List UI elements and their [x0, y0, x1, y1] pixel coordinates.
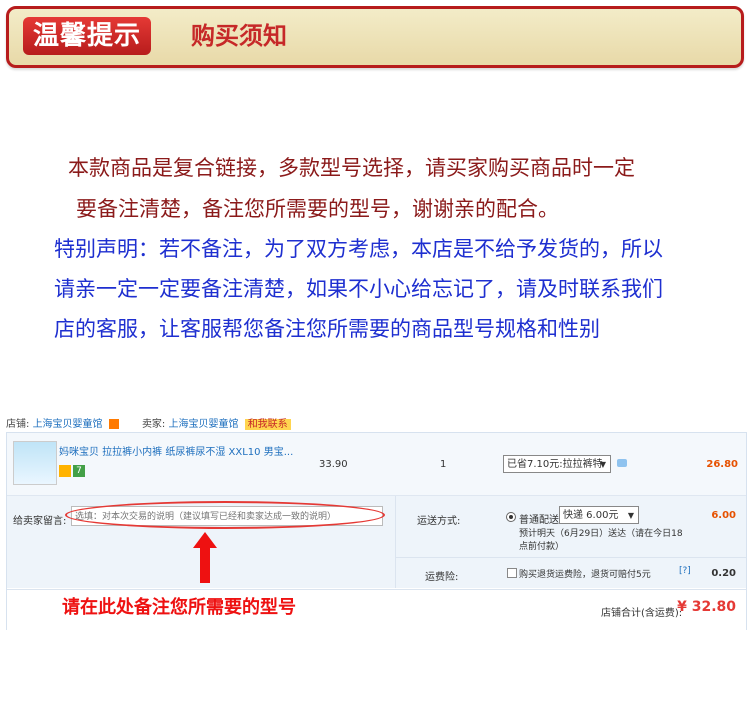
chevron-down-icon: ▼ [627, 511, 634, 520]
insurance-label: 运费险: [425, 572, 459, 583]
unit-price: 33.90 [319, 459, 348, 470]
seller-link[interactable]: 上海宝贝婴童馆 [169, 419, 239, 430]
total-label: 店铺合计(含运费): [601, 608, 683, 619]
notice-line-5: 店的客服，让客服帮您备注您所需要的商品型号规格和性别 [54, 317, 600, 341]
arrow-shaft [200, 545, 210, 583]
banner-title: 温馨提示 [23, 17, 152, 55]
taobao-icon [108, 419, 119, 429]
insurance-text: 购买退货运费险，退货可赔付5元 [519, 570, 651, 580]
shipping-method: 普通配送 [519, 515, 559, 526]
highlight-ellipse [65, 501, 385, 529]
product-title-link[interactable]: 妈咪宝贝 拉拉裤小内裤 纸尿裤尿不湿 XXL10 男宝... [59, 443, 293, 458]
product-thumbnail[interactable] [13, 441, 57, 485]
discount-select[interactable]: 已省7.10元:拉拉裤特 ▼ [503, 455, 611, 473]
notice-line-4: 请亲一定一定要备注清楚，如果不小心给忘记了，请及时联系我们 [54, 277, 663, 301]
shop-label: 店铺: [6, 419, 30, 430]
chat-icon[interactable] [617, 459, 627, 467]
notice-line-1: 本款商品是复合链接，多款型号选择，请买家购买商品时一定 [68, 156, 635, 180]
product-subtotal: 26.80 [706, 459, 738, 470]
insurance-row: 运费险: 购买退货运费险，退货可赔付5元 [?] 0.20 [395, 557, 746, 588]
hint-text: 请在此处备注您所需要的型号 [62, 597, 296, 618]
insurance-fee: 0.20 [711, 568, 736, 579]
medal-icon [59, 465, 71, 477]
notice-line-2: 要备注清楚，备注您所需要的型号，谢谢亲的配合。 [76, 197, 559, 221]
shop-header: 店铺: 上海宝贝婴童馆 卖家: 上海宝贝婴童馆 和我联系 [6, 415, 291, 430]
contact-seller-button[interactable]: 和我联系 [244, 419, 291, 430]
message-label: 给卖家留言: [13, 516, 67, 527]
insurance-checkbox[interactable] [507, 568, 517, 578]
warning-banner: 温馨提示 购买须知 [6, 6, 744, 68]
shipping-select[interactable]: 快递 6.00元 ▼ [559, 506, 639, 524]
notice-line-3: 特别声明：若不备注，为了双方考虑，本店是不给予发货的，所以 [54, 237, 663, 261]
shipping-label: 运送方式: [417, 516, 461, 527]
shop-link[interactable]: 上海宝贝婴童馆 [33, 419, 103, 430]
seven-day-return-badge: 7 [73, 465, 85, 477]
banner-subtitle: 购买须知 [191, 22, 287, 50]
shipping-radio[interactable] [506, 512, 516, 522]
help-link[interactable]: [?] [679, 566, 691, 576]
seller-label: 卖家: [141, 419, 166, 430]
delivery-estimate: 预计明天（6月29日）送达（请在今日18点前付款） [519, 529, 683, 552]
total-value: ¥ 32.80 [677, 599, 736, 615]
product-row: 妈咪宝贝 拉拉裤小内裤 纸尿裤尿不湿 XXL10 男宝... 7 33.90 1… [7, 433, 746, 496]
shipping-select-value: 快递 6.00元 [563, 510, 619, 521]
shipping-fee: 6.00 [711, 510, 736, 521]
discount-select-value: 已省7.10元:拉拉裤特 [507, 459, 603, 470]
quantity: 1 [440, 459, 447, 470]
chevron-down-icon: ▼ [599, 460, 606, 469]
